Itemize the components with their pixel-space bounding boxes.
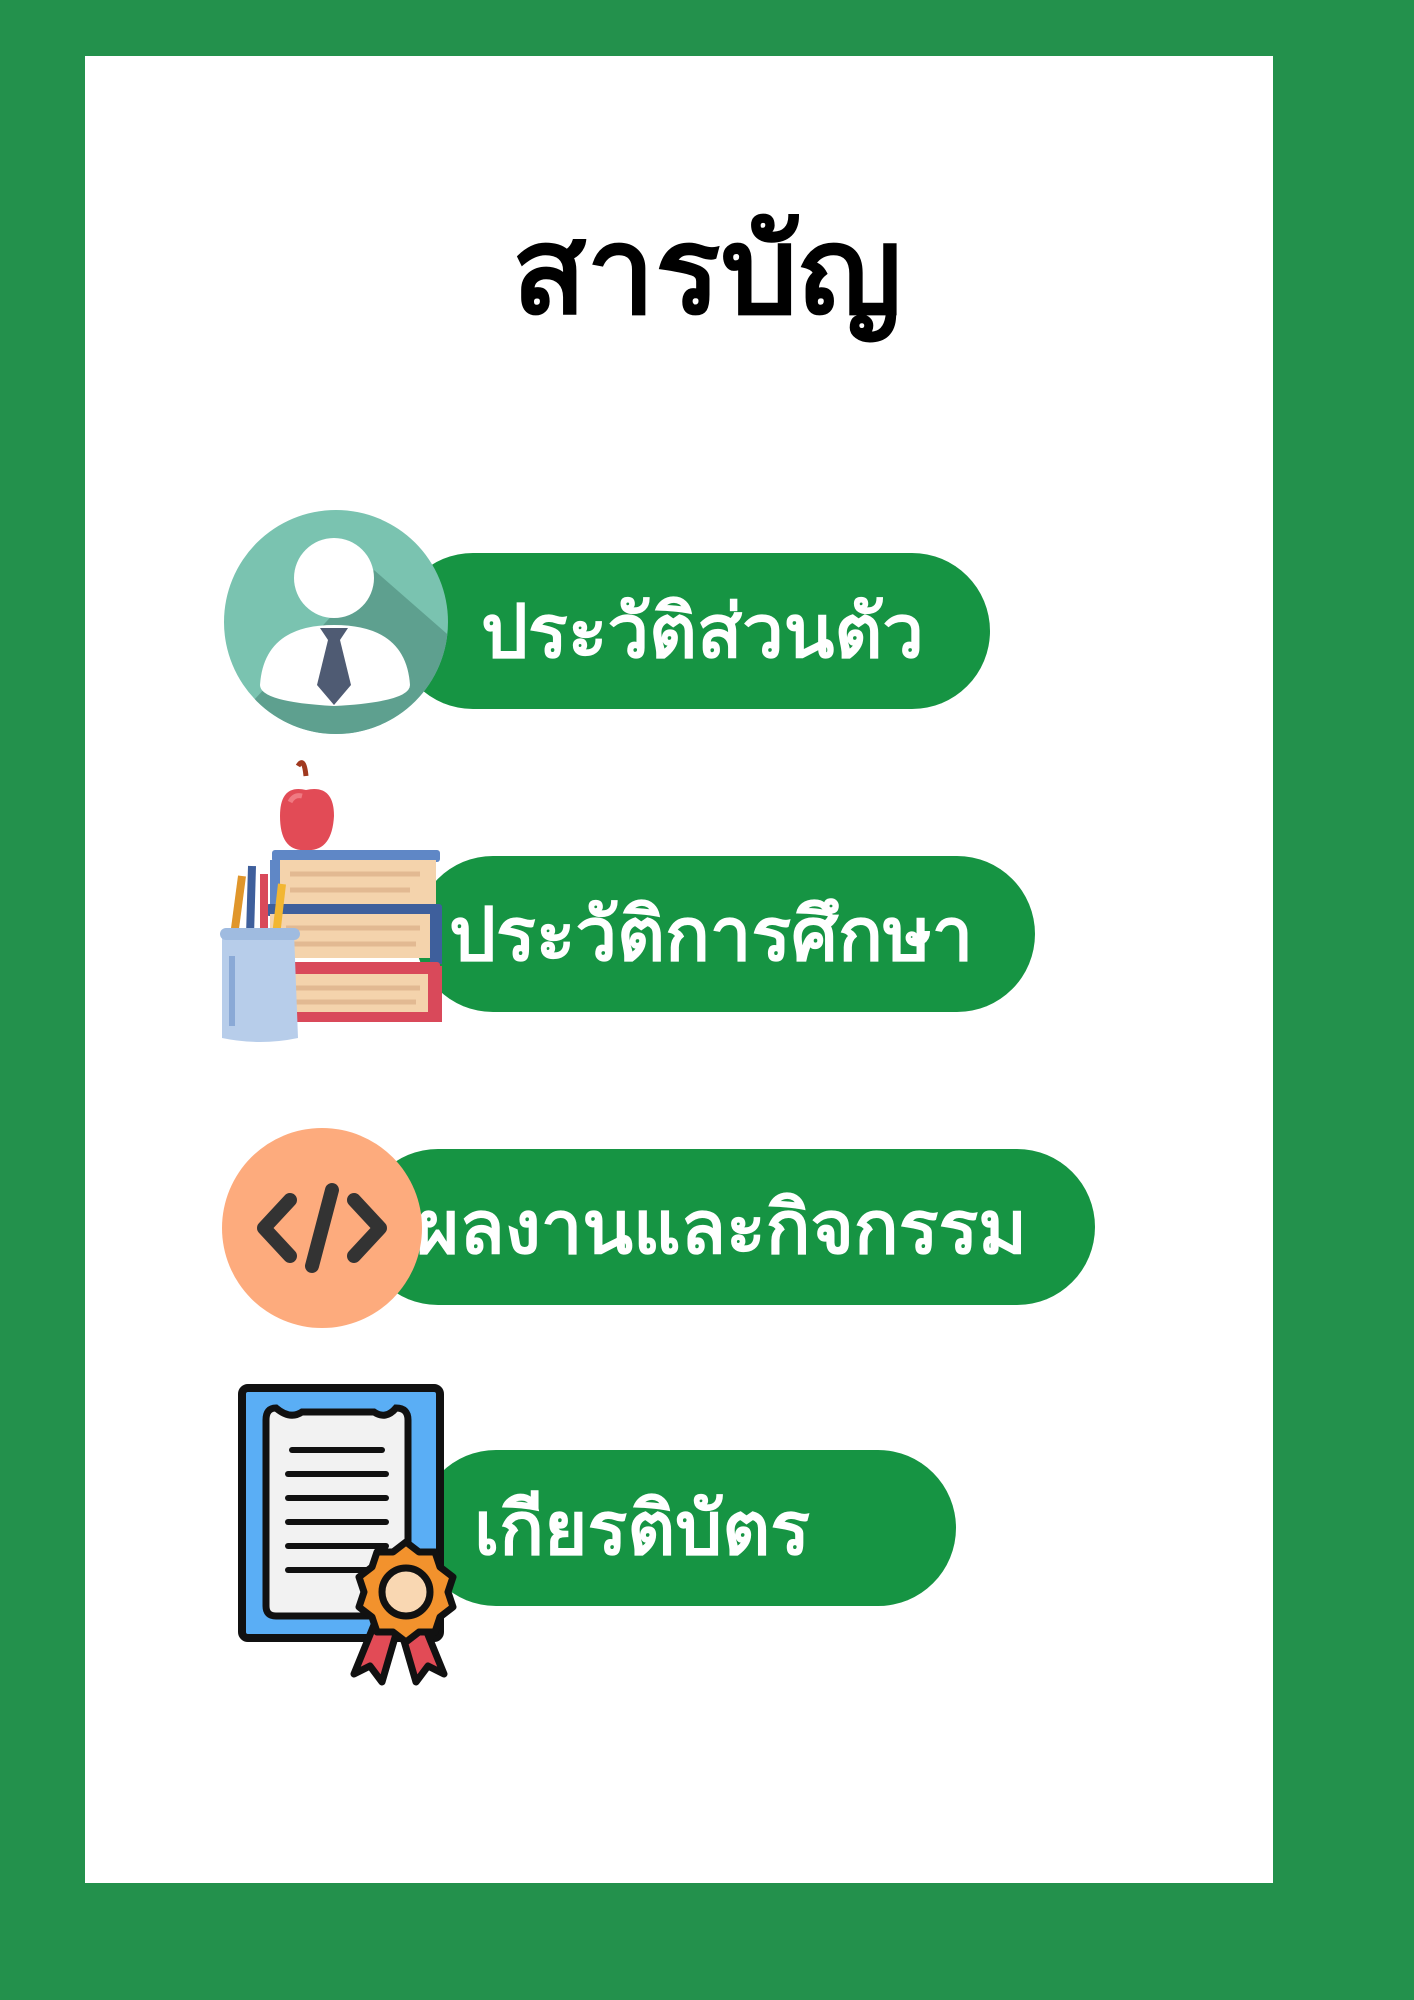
menu-item-label: ผลงานและกิจกรรม: [416, 1185, 1028, 1271]
code-icon: [222, 1128, 422, 1328]
menu-item-label: ประวัติส่วนตัว: [481, 589, 924, 675]
user-avatar-icon: [224, 510, 448, 734]
page-title: สารบัญ: [512, 200, 902, 342]
menu-item-label: เกียรติบัตร: [474, 1486, 811, 1572]
certificate-icon: [238, 1384, 457, 1686]
books-education-icon: [220, 760, 442, 1042]
menu-item-works-activities[interactable]: ผลงานและกิจกรรม: [360, 1149, 1095, 1305]
menu-item-label: ประวัติการศึกษา: [449, 892, 974, 978]
menu-item-personal-history[interactable]: ประวัติส่วนตัว: [395, 553, 990, 709]
menu-item-education-history[interactable]: ประวัติการศึกษา: [415, 856, 1035, 1012]
menu-item-certificates[interactable]: เกียรติบัตร: [418, 1450, 956, 1606]
